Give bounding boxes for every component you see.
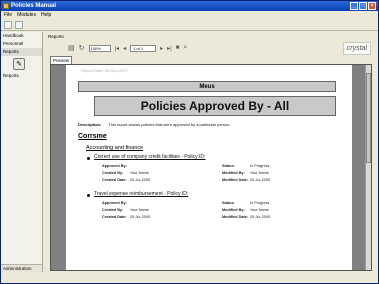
page-indicator[interactable]: 1 of 1 bbox=[130, 44, 157, 52]
modified-by-field: Modified By: Your Name bbox=[222, 171, 269, 175]
menu-file[interactable]: File bbox=[4, 11, 12, 20]
report-frame: Report Date: 06-Sep-2007 Meus Policies A… bbox=[50, 64, 372, 271]
report-title: Policies Approved By - All bbox=[94, 96, 336, 116]
section-heading: Corrsme bbox=[78, 133, 107, 140]
maximize-button[interactable]: □ bbox=[359, 2, 367, 10]
content-title: Reports bbox=[48, 34, 64, 39]
content-area: Reports ▤ ↻ 100% |◂ ◂ 1 of 1 ▸ ▸| ■ ⌕ cr… bbox=[44, 32, 378, 272]
menu-modules[interactable]: Modules bbox=[17, 11, 36, 20]
last-page-icon[interactable]: ▸| bbox=[167, 45, 172, 52]
created-date-field: Created Date: 25-Jul-2005 bbox=[102, 215, 151, 219]
stop-icon[interactable]: ■ bbox=[176, 45, 180, 51]
menu-bar: File Modules Help bbox=[1, 11, 378, 20]
back-button[interactable] bbox=[4, 21, 12, 29]
created-by-field: Created By: Your Name bbox=[102, 208, 149, 212]
refresh-icon[interactable]: ↻ bbox=[79, 44, 85, 52]
report-page: Report Date: 06-Sep-2007 Meus Policies A… bbox=[66, 65, 352, 270]
sidebar-item-reports[interactable]: Reports bbox=[1, 48, 42, 56]
window-controls: _ □ × bbox=[350, 2, 376, 10]
report-description: Description: This report shows policies … bbox=[78, 122, 230, 127]
close-button[interactable]: × bbox=[368, 2, 376, 10]
crystal-logo: crystal bbox=[342, 42, 371, 55]
sidebar-administration[interactable]: Administration bbox=[1, 264, 42, 272]
policy-title[interactable]: Travel expense reimbursement - Policy ID… bbox=[94, 191, 188, 197]
app-icon bbox=[3, 3, 9, 9]
forward-button[interactable] bbox=[15, 21, 23, 29]
approved-by-field: Approved By: bbox=[102, 201, 127, 205]
modified-by-field: Modified By: Your Name bbox=[222, 208, 269, 212]
description-label: Description: bbox=[78, 122, 102, 127]
bullet-icon bbox=[87, 157, 90, 160]
status-field: Status: In Progress bbox=[222, 164, 270, 168]
subsection-heading: Accounting and finance bbox=[86, 145, 144, 151]
modified-date-field: Modified Date: 25-Jul-2005 bbox=[222, 178, 271, 182]
sidebar-item-personnel[interactable]: Personnel bbox=[1, 40, 42, 48]
first-page-icon[interactable]: |◂ bbox=[115, 45, 120, 52]
approved-by-field: Approved By: bbox=[102, 164, 127, 168]
zoom-select[interactable]: 100% bbox=[88, 44, 111, 52]
tab-preview[interactable]: Preview bbox=[50, 56, 72, 64]
menu-help[interactable]: Help bbox=[41, 11, 51, 20]
sidebar-reports-label[interactable]: Reports bbox=[1, 72, 42, 80]
sidebar-item-handbook[interactable]: Handbook bbox=[1, 32, 42, 40]
prev-page-icon[interactable]: ◂ bbox=[123, 45, 126, 52]
app-window: Policies Manual _ □ × File Modules Help … bbox=[0, 0, 379, 284]
scrollbar-thumb[interactable] bbox=[366, 73, 371, 163]
policy-title[interactable]: Correct use of company credit facilities… bbox=[94, 154, 205, 160]
title-bar: Policies Manual _ □ × bbox=[1, 1, 378, 11]
status-field: Status: In Progress bbox=[222, 201, 270, 205]
reports-icon[interactable]: ✎ bbox=[13, 58, 25, 70]
print-icon[interactable]: ▤ bbox=[68, 44, 75, 52]
window-title: Policies Manual bbox=[11, 3, 57, 9]
bullet-icon bbox=[87, 194, 90, 197]
sidebar: Handbook Personnel Reports ✎ Reports Adm… bbox=[1, 32, 43, 272]
created-by-field: Created By: Your Name bbox=[102, 171, 149, 175]
report-viewer-toolbar: ▤ ↻ 100% |◂ ◂ 1 of 1 ▸ ▸| ■ ⌕ crystal bbox=[48, 41, 375, 55]
main-toolbar bbox=[1, 20, 378, 31]
minimize-button[interactable]: _ bbox=[350, 2, 358, 10]
report-band: Meus bbox=[78, 81, 336, 92]
description-text: This report shows policies that were app… bbox=[108, 122, 231, 127]
search-icon[interactable]: ⌕ bbox=[183, 44, 187, 52]
modified-date-field: Modified Date: 25-Jul-2005 bbox=[222, 215, 271, 219]
report-date: Report Date: 06-Sep-2007 bbox=[81, 68, 128, 73]
next-page-icon[interactable]: ▸ bbox=[160, 45, 163, 52]
vertical-scrollbar[interactable] bbox=[365, 65, 371, 270]
created-date-field: Created Date: 25-Jul-2005 bbox=[102, 178, 151, 182]
